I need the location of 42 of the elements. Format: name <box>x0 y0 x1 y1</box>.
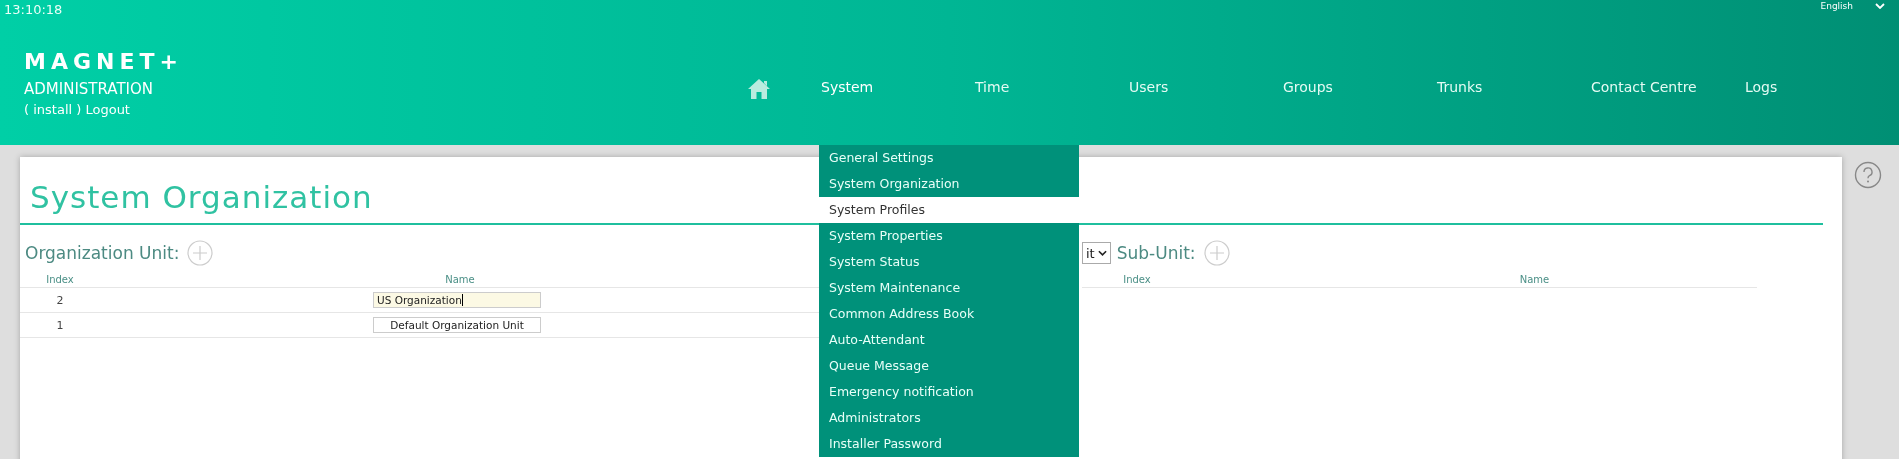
add-icon[interactable] <box>187 240 214 266</box>
menu-item[interactable]: Common Address Book <box>819 301 1079 327</box>
add-icon[interactable] <box>1203 240 1230 266</box>
menu-item[interactable]: Auto-Attendant <box>819 327 1079 353</box>
clock: 13:10:18 <box>4 2 63 17</box>
section-label: Organization Unit: <box>25 243 180 263</box>
section-label: Sub-Unit: <box>1116 243 1196 263</box>
column-header: Name <box>1518 273 1551 285</box>
home-icon[interactable] <box>747 78 771 100</box>
chevron-icon <box>1875 3 1885 9</box>
app-subtitle: ADMINISTRATION <box>24 80 155 98</box>
chevron-icon <box>1097 250 1107 256</box>
help-icon[interactable] <box>1854 161 1882 189</box>
menu-item[interactable]: General Settings <box>819 145 1079 171</box>
column-header: Name <box>444 273 476 285</box>
menu-item[interactable]: Emergency notification <box>819 379 1079 405</box>
menu-item[interactable]: System Profiles <box>819 197 1079 223</box>
menu-item[interactable]: System Status <box>819 249 1079 275</box>
column-header: Index <box>1122 273 1152 285</box>
logout-link[interactable]: ( install ) Logout <box>24 102 747 117</box>
index-cell-text: 2 <box>55 293 65 307</box>
menu-item[interactable]: Administrators <box>819 405 1079 431</box>
nav-tab[interactable]: Time <box>975 77 1129 97</box>
index-cell-text: 1 <box>55 318 65 332</box>
menu-item[interactable]: Queue Message <box>819 353 1079 379</box>
language-select[interactable]: English <box>1820 1 1885 11</box>
menu-item[interactable]: System Properties <box>819 223 1079 249</box>
unit-select[interactable]: it <box>1082 242 1111 264</box>
menu-item[interactable]: Installer Password <box>819 431 1079 457</box>
nav-tab[interactable]: Trunks <box>1437 77 1591 97</box>
nav-tab[interactable]: Logs <box>1745 77 1899 97</box>
nav-tab[interactable]: Contact Centre <box>1591 77 1745 97</box>
nav-tab[interactable]: Users <box>1129 77 1283 97</box>
nav-tab[interactable]: Groups <box>1283 77 1437 97</box>
name-field[interactable]: Default Organization Unit <box>373 317 541 333</box>
nav-tab[interactable]: System <box>821 77 975 97</box>
page-title: System Organization <box>30 179 373 215</box>
name-field[interactable]: US Organization <box>373 292 541 308</box>
logo: MAGNET+ <box>24 50 184 74</box>
column-header: Index <box>45 273 75 285</box>
menu-item[interactable]: System Maintenance <box>819 275 1079 301</box>
menu-item[interactable]: System Organization <box>819 171 1079 197</box>
